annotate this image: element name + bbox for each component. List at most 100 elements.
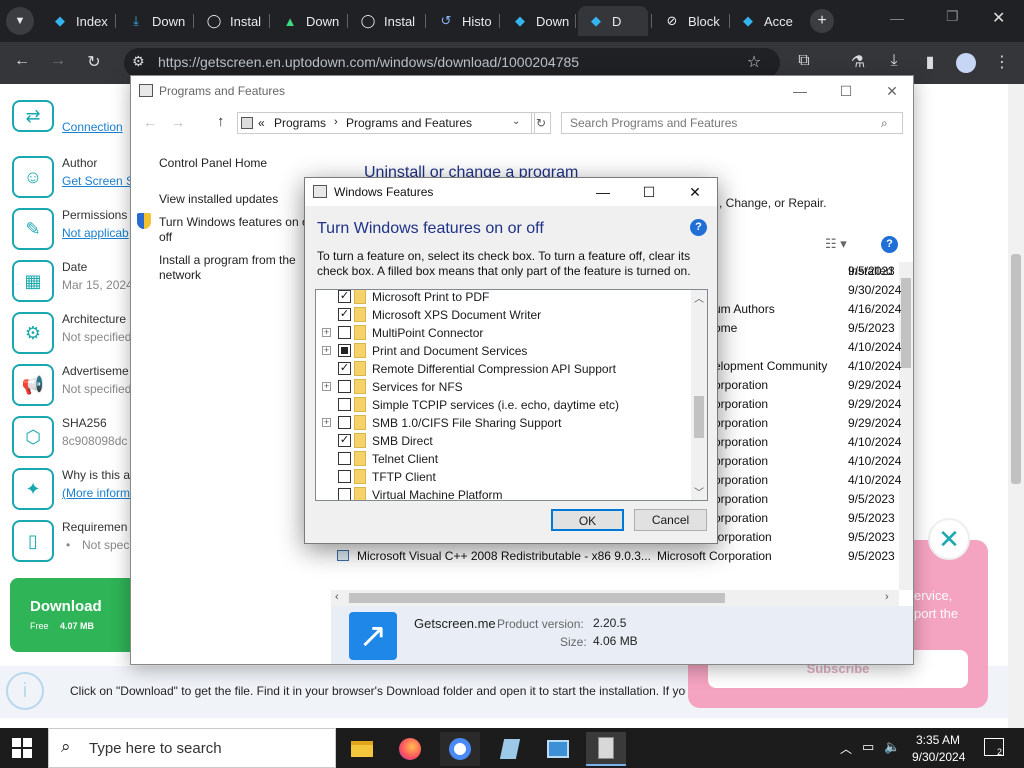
site-info-icon[interactable]: ⚙ [132,53,145,70]
help-icon[interactable]: ? [881,236,898,253]
back-icon[interactable]: ← [10,52,34,70]
close-window-icon[interactable]: ✕ [992,8,1005,28]
pf-minimize-button[interactable]: — [777,76,823,106]
tree-scroll-down-icon[interactable]: ﹀ [694,484,704,499]
wf-close-button[interactable]: ✕ [672,178,718,206]
pf-search-icon[interactable]: ⌕ [881,116,888,131]
download-button[interactable]: Download Free 4.07 MB [10,578,140,652]
feature-item[interactable]: Telnet Client [316,450,696,468]
feature-checkbox[interactable] [338,416,351,429]
browser-tab[interactable]: ▲ Down [272,6,344,36]
feature-checkbox[interactable] [338,380,351,393]
tree-scroll-thumb[interactable] [694,396,704,438]
feature-checkbox[interactable]: ✓ [338,290,351,303]
feature-item[interactable]: ✓ Microsoft Print to PDF [316,290,696,306]
pf-forward-icon[interactable]: → [171,114,185,130]
url-text[interactable]: https://getscreen.en.uptodown.com/window… [158,54,579,70]
notepad-icon[interactable] [490,732,530,766]
feature-item[interactable]: ✓ Microsoft XPS Document Writer [316,306,696,324]
feature-item[interactable]: + Services for NFS [316,378,696,396]
start-button[interactable] [12,738,32,758]
tab-search-button[interactable]: ▼ [6,7,34,35]
feature-checkbox[interactable] [338,344,351,357]
wf-minimize-button[interactable]: — [580,178,626,206]
turn-features-link[interactable]: Turn Windows features on o [159,215,309,229]
sidebar-value[interactable]: Not applicab [62,226,129,240]
clock-time[interactable]: 3:35 AM [916,733,960,747]
ok-button[interactable]: OK [551,509,624,531]
new-tab-button[interactable]: + [810,9,834,33]
profile-avatar[interactable] [956,53,976,73]
browser-tab[interactable]: ⤓ Down [118,6,190,36]
list-hscrollbar[interactable]: ‹ › [331,590,899,606]
minimize-icon[interactable]: — [890,10,904,26]
feature-checkbox[interactable] [338,326,351,339]
pf-close-button[interactable]: ✕ [869,76,915,106]
expand-icon[interactable]: + [322,418,331,427]
installer-taskbar-icon[interactable] [586,732,626,766]
restore-icon[interactable]: ❐ [946,8,959,25]
feature-item[interactable]: TFTP Client [316,468,696,486]
clock-date[interactable]: 9/30/2024 [912,750,965,764]
control-panel-taskbar-icon[interactable] [538,732,578,766]
feature-checkbox[interactable]: ✓ [338,434,351,447]
pf-refresh-icon[interactable]: ↻ [531,112,551,134]
feature-item[interactable]: + SMB 1.0/CIFS File Sharing Support [316,414,696,432]
feature-item[interactable]: + MultiPoint Connector [316,324,696,342]
pf-maximize-button[interactable]: ☐ [823,76,869,106]
file-explorer-icon[interactable] [342,732,382,766]
pf-back-icon[interactable]: ← [143,114,157,130]
cancel-button[interactable]: Cancel [634,509,707,531]
feature-checkbox[interactable]: ✓ [338,362,351,375]
taskbar-search[interactable]: ⌕ Type here to search [48,728,336,768]
sidebar-value[interactable]: (More inform [62,486,130,500]
feature-checkbox[interactable] [338,398,351,411]
firefox-icon[interactable] [390,732,430,766]
extensions-icon[interactable]: ⧉ [792,52,816,70]
pf-address-bar[interactable]: « Programs › Programs and Features ⌄ [237,112,535,134]
control-panel-home-link[interactable]: Control Panel Home [159,156,267,170]
pf-search-input[interactable]: Search Programs and Features [561,112,903,134]
chrome-icon[interactable] [440,732,480,766]
tree-scroll-up-icon[interactable]: ︿ [694,290,704,305]
feature-checkbox[interactable] [338,488,351,500]
expand-icon[interactable]: + [322,382,331,391]
reload-icon[interactable]: ↻ [82,52,106,72]
hscroll-thumb[interactable] [349,593,725,603]
breadcrumb-programs[interactable]: Programs [274,116,326,130]
feature-checkbox[interactable] [338,452,351,465]
feature-item[interactable]: + Print and Document Services [316,342,696,360]
feature-checkbox[interactable]: ✓ [338,308,351,321]
bookmark-star-icon[interactable]: ☆ [742,52,766,72]
feature-item[interactable]: Virtual Machine Platform [316,486,696,500]
browser-tab[interactable]: ◆ D [578,6,648,36]
expand-icon[interactable]: + [322,346,331,355]
volume-icon[interactable]: 🔈 [884,739,900,755]
sidebar-value[interactable]: Get Screen S [62,174,134,188]
feature-checkbox[interactable] [338,470,351,483]
wf-maximize-button[interactable]: ☐ [626,178,672,206]
network-icon[interactable]: ▭ [862,739,874,755]
browser-tab[interactable]: ↺ Histo [428,6,496,36]
close-popup-icon[interactable]: ✕ [928,518,970,560]
lab-icon[interactable]: ⚗ [846,52,870,72]
hscroll-right-icon[interactable]: › [885,591,889,603]
wf-help-icon[interactable]: ? [690,219,707,236]
forward-icon[interactable]: → [46,52,70,70]
list-scroll-thumb[interactable] [901,278,911,368]
address-dropdown-icon[interactable]: ⌄ [512,116,520,127]
page-scroll-thumb[interactable] [1011,254,1021,484]
downloads-icon[interactable]: ⤓ [882,52,906,70]
browser-tab[interactable]: ⊘ Block [654,6,726,36]
browser-tab[interactable]: ◯ Instal [350,6,422,36]
breadcrumb-programs-features[interactable]: Programs and Features [346,116,472,130]
browser-tab[interactable]: ◆ Acce [730,6,802,36]
view-options-icon[interactable]: ☷ ▾ [825,236,847,252]
turn-features-link-2[interactable]: off [159,230,172,244]
side-panel-icon[interactable]: ▮ [918,52,942,72]
browser-tab[interactable]: ◆ Index [42,6,112,36]
feature-item[interactable]: ✓ Remote Differential Compression API Sup… [316,360,696,378]
menu-icon[interactable]: ⋮ [990,52,1014,72]
hscroll-left-icon[interactable]: ‹ [335,591,339,603]
browser-tab[interactable]: ◯ Instal [196,6,266,36]
